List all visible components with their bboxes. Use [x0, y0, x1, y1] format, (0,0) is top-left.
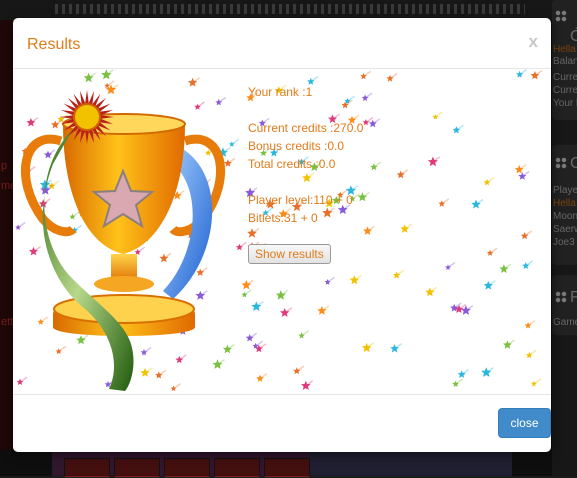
confetti-star — [522, 260, 534, 269]
confetti-star — [471, 198, 484, 209]
modal-header: Results x — [13, 18, 551, 69]
confetti-star — [438, 198, 450, 207]
confetti-star — [360, 70, 371, 80]
results-modal: Results x Your rank:1 Current credits:… — [13, 18, 551, 452]
confetti-star — [317, 305, 330, 315]
confetti-star — [514, 163, 527, 174]
rank-text: Your rank :1 — [248, 85, 313, 99]
confetti-star — [301, 380, 314, 390]
confetti-star — [425, 286, 438, 297]
modal-title: Results — [27, 36, 81, 53]
confetti-star — [363, 225, 375, 235]
confetti-star — [390, 343, 403, 353]
confetti-star — [256, 372, 268, 382]
confetti-star — [525, 349, 537, 359]
confetti-star — [503, 339, 515, 349]
show-results-button[interactable]: Show results — [248, 244, 331, 264]
confetti-star — [452, 124, 464, 134]
confetti-star — [247, 227, 260, 238]
confetti-star — [518, 170, 530, 180]
confetti-star — [298, 330, 310, 339]
close-x-icon[interactable]: x — [529, 32, 538, 52]
confetti-star — [499, 263, 512, 273]
trophy-icon — [20, 90, 226, 391]
confetti-star — [530, 378, 542, 387]
confetti-star — [483, 280, 496, 290]
confetti-star — [452, 378, 464, 387]
confetti-star — [445, 261, 456, 270]
confetti-star — [245, 332, 258, 342]
confetti-star — [516, 69, 528, 78]
bitlets-text: Bitlets:31 + 0 — [248, 211, 318, 225]
confetti-star — [275, 289, 289, 300]
bonus-credits-text: Bonus credits :0.0 — [248, 139, 345, 153]
confetti-star — [400, 223, 413, 233]
confetti-star — [427, 156, 441, 167]
results-info: Your rank :1 Current credits :270.0 Bonu… — [248, 83, 363, 227]
total-credits-text: Total credits :0.0 — [248, 157, 336, 171]
confetti-star — [293, 365, 305, 375]
confetti-star — [251, 301, 264, 311]
confetti-star — [486, 247, 498, 256]
confetti-star — [324, 276, 336, 285]
confetti-star — [392, 269, 405, 279]
confetti-star — [361, 342, 375, 352]
confetti-star — [349, 274, 362, 285]
confetti-star — [432, 111, 443, 120]
confetti-star — [396, 169, 409, 179]
current-credits-text: Current credits :270.0 — [248, 121, 364, 135]
confetti-star — [280, 307, 293, 317]
close-button[interactable]: close — [498, 408, 551, 438]
confetti-star — [524, 319, 536, 329]
confetti-star — [520, 230, 533, 240]
confetti-star — [386, 72, 398, 82]
player-level-text: Player level:110 + 0 — [248, 193, 353, 207]
confetti-star — [241, 289, 252, 298]
confetti-star — [370, 161, 382, 171]
confetti-star — [241, 279, 254, 290]
confetti-star — [530, 69, 543, 80]
confetti-star — [483, 176, 495, 186]
confetti-star — [457, 368, 470, 378]
confetti-star — [481, 366, 494, 377]
modal-footer: close — [13, 394, 551, 452]
confetti-star — [235, 241, 247, 251]
modal-body: Your rank :1 Current credits :270.0 Bonu… — [13, 69, 551, 394]
